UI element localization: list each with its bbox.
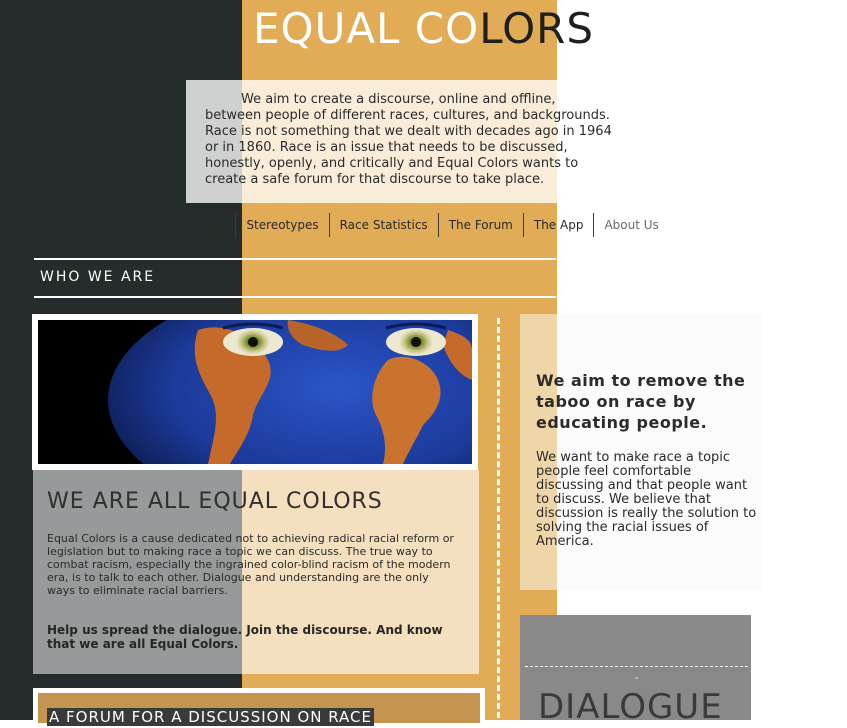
section-title: WHO WE ARE [40, 269, 156, 285]
nav-home[interactable]: Home [180, 213, 237, 237]
mission-card-body: We want to make race a topic people feel… [536, 450, 757, 549]
forum-banner[interactable]: A FORUM FOR A DISCUSSION ON RACE [33, 688, 485, 728]
nav-about-us[interactable]: About Us [594, 213, 668, 237]
nav-race-statistics[interactable]: Race Statistics [330, 213, 439, 237]
nav-the-forum[interactable]: The Forum [439, 213, 524, 237]
intro-box: We aim to create a discourse, online and… [186, 80, 640, 203]
mission-card: We aim to remove the taboo on race by ed… [520, 314, 762, 590]
nav-the-app[interactable]: The App [524, 213, 595, 237]
nav-stereotypes[interactable]: Stereotypes [236, 213, 330, 237]
hero-photo-frame [32, 314, 478, 470]
intro-text: We aim to create a discourse, online and… [205, 92, 612, 187]
dialogue-label: DIALOGUE [538, 687, 723, 720]
mission-card-heading: We aim to remove the taboo on race by ed… [536, 371, 746, 432]
main-nav: Home Stereotypes Race Statistics The For… [180, 213, 669, 237]
hero-photo-painted-face [38, 320, 472, 464]
forum-banner-text: A FORUM FOR A DISCUSSION ON RACE [47, 708, 374, 726]
about-card: WE ARE ALL EQUAL COLORS Equal Colors is … [33, 470, 479, 674]
about-card-body: Equal Colors is a cause dedicated not to… [47, 532, 454, 597]
dialogue-dot: - [635, 673, 639, 684]
dialogue-box[interactable]: - DIALOGUE [520, 615, 751, 720]
face-world-map-image [38, 320, 472, 464]
dialogue-dashed-divider [525, 666, 748, 667]
site-title: EQUAL COLORS [252, 4, 594, 53]
about-card-cta: Help us spread the dialogue. Join the di… [47, 623, 443, 651]
vertical-dashed-divider [497, 318, 500, 718]
section-header: WHO WE ARE [34, 258, 556, 298]
about-card-heading: WE ARE ALL EQUAL COLORS [47, 489, 383, 514]
